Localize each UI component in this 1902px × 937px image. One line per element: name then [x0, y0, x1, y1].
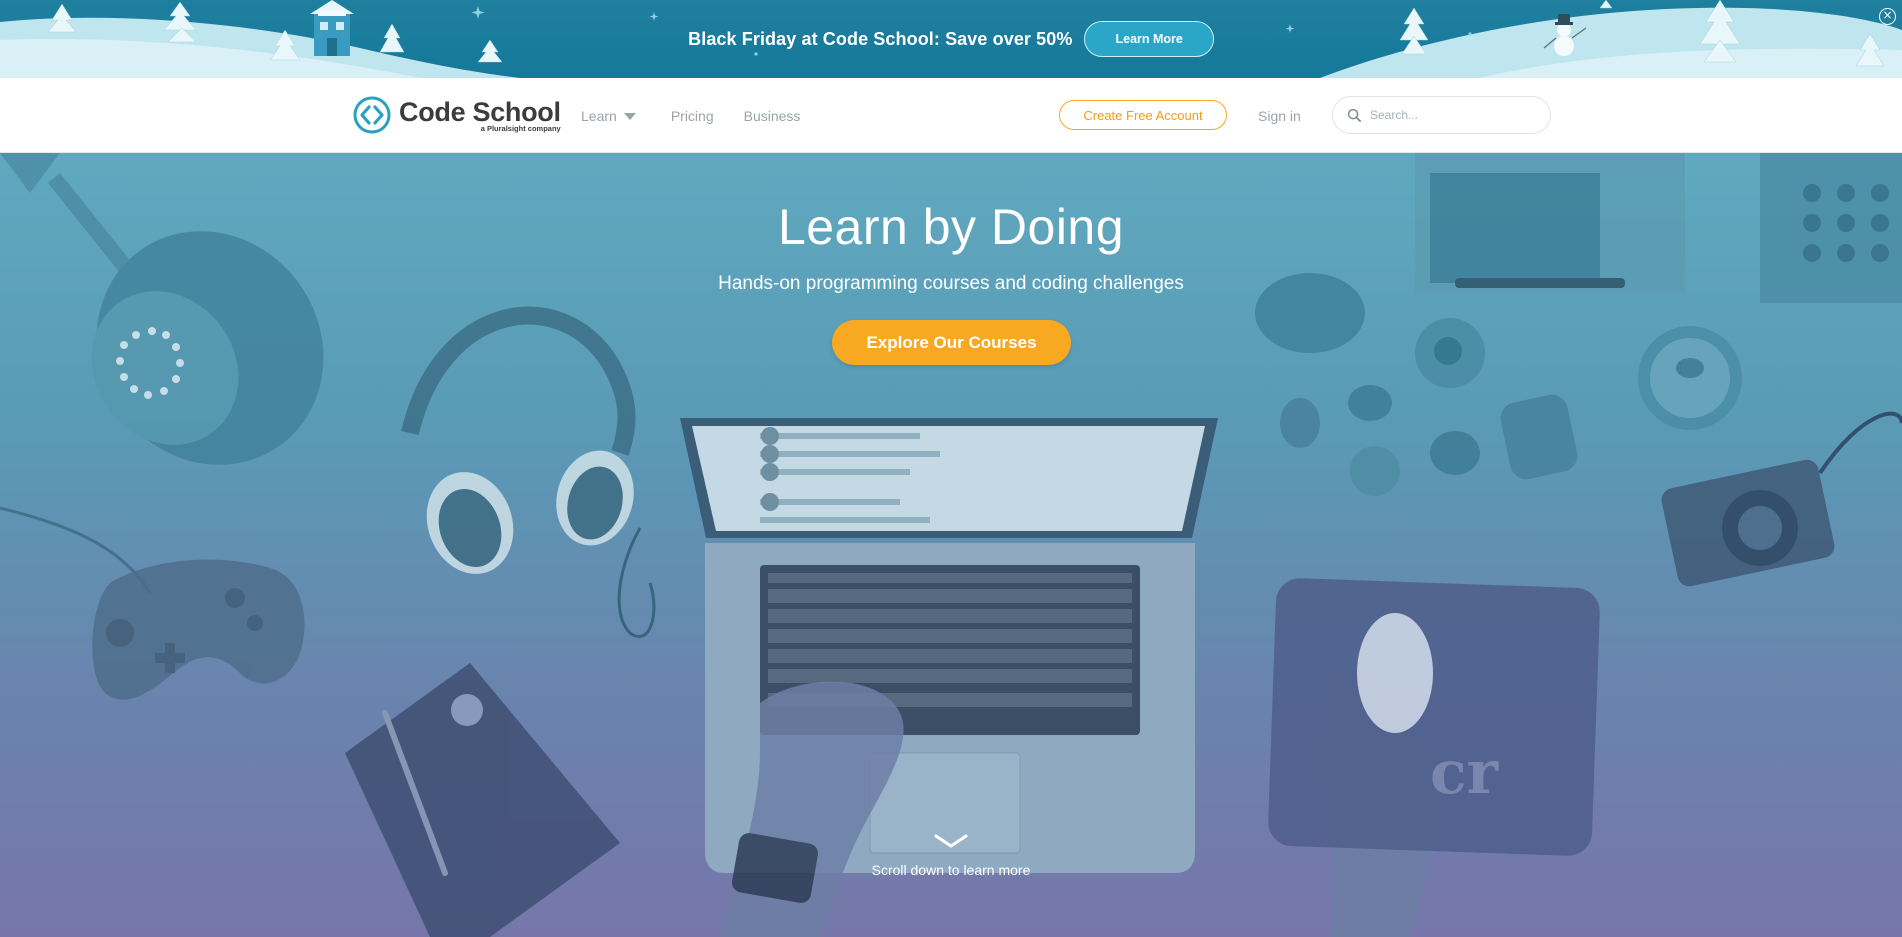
hero-section: cr Learn by Doing Hands-on programming c…: [0, 153, 1902, 937]
code-school-logo[interactable]: Code School a Pluralsight company: [353, 94, 561, 136]
close-icon[interactable]: ×: [1879, 8, 1896, 25]
sign-in-link[interactable]: Sign in: [1258, 78, 1301, 153]
promo-text: Black Friday at Code School: Save over 5…: [688, 28, 1073, 49]
scroll-down-text[interactable]: Scroll down to learn more: [0, 862, 1902, 878]
nav-business[interactable]: Business: [744, 108, 801, 124]
logo-text: Code School a Pluralsight company: [399, 98, 561, 133]
desk-background-illustration: cr: [0, 153, 1902, 937]
logo-subtitle: a Pluralsight company: [480, 123, 561, 133]
logo-name: Code School: [399, 96, 561, 127]
search-box: [1332, 96, 1551, 134]
learn-more-button[interactable]: Learn More: [1084, 21, 1214, 57]
caret-down-icon: [623, 113, 636, 120]
hero-title: Learn by Doing: [777, 199, 1125, 255]
search-icon: [1347, 108, 1361, 122]
nav-pricing[interactable]: Pricing: [671, 108, 714, 124]
explore-courses-button[interactable]: Explore Our Courses: [832, 320, 1071, 365]
hero-subtitle: Hands-on programming courses and coding …: [718, 273, 1184, 294]
nav-learn[interactable]: Learn: [581, 108, 636, 124]
search-input[interactable]: [1370, 108, 1540, 122]
nav-learn-label: Learn: [581, 107, 617, 124]
code-brackets-icon: [353, 96, 391, 134]
svg-text:cr: cr: [1430, 738, 1500, 808]
chevron-down-icon[interactable]: [934, 833, 968, 849]
main-nav: Learn Pricing Business: [581, 78, 800, 153]
create-free-account-button[interactable]: Create Free Account: [1059, 100, 1227, 130]
promo-content: Black Friday at Code School: Save over 5…: [0, 0, 1902, 78]
promo-banner: Black Friday at Code School: Save over 5…: [0, 0, 1902, 78]
site-header: Code School a Pluralsight company Learn …: [0, 78, 1902, 153]
